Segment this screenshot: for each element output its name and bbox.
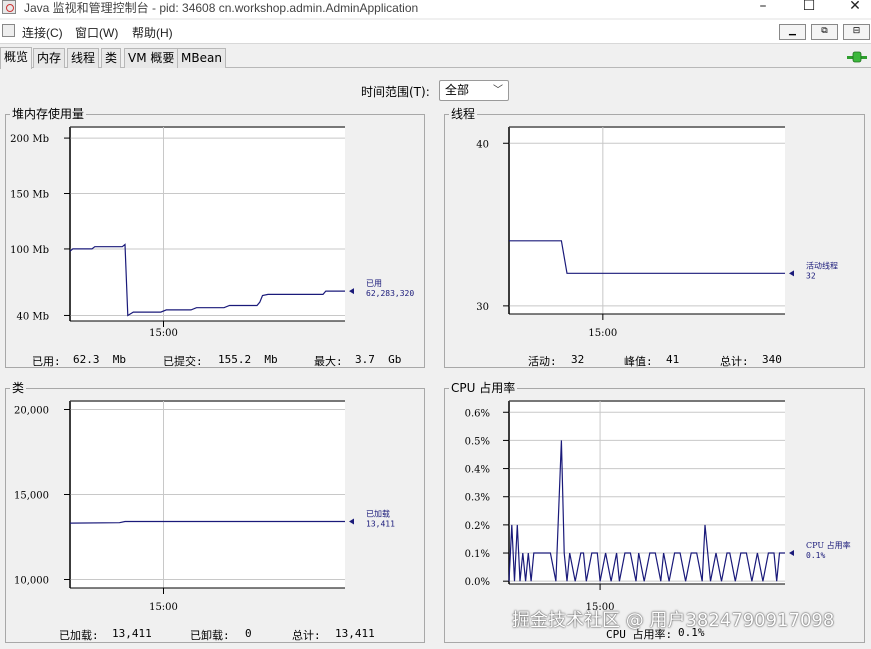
classes-unloaded-value: 0 <box>245 627 252 640</box>
connection-status-icon <box>847 51 867 63</box>
threads-panel-title: 线程 <box>449 106 478 122</box>
classes-panel: 类 <box>5 380 425 643</box>
tab-overview[interactable]: 概览 <box>0 47 33 69</box>
classes-total-value: 13,411 <box>335 627 375 640</box>
threads-live-value: 32 <box>571 353 585 366</box>
threads-total-value: 340 <box>762 353 782 366</box>
time-range-select[interactable]: 全部 ﹀ <box>439 80 509 101</box>
close-button[interactable]: ✕ <box>835 0 871 15</box>
threads-peak-label: 峰值: <box>624 355 653 368</box>
cpu-panel-title: CPU 占用率 <box>449 380 518 396</box>
tab-threads[interactable]: 线程 <box>67 48 100 68</box>
classes-unloaded-label: 已卸载: <box>190 629 230 642</box>
document-icon <box>2 24 15 37</box>
threads-peak-value: 41 <box>666 353 680 366</box>
menu-window[interactable]: 窗口(W) <box>75 24 118 41</box>
classes-loaded-value: 13,411 <box>112 627 152 640</box>
threads-total-label: 总计: <box>720 355 749 368</box>
menu-bar: 连接(C) 窗口(W) 帮助(H) <box>0 20 871 44</box>
window-title: Java 监视和管理控制台 - pid: 34608 cn.workshop.a… <box>24 1 419 15</box>
tab-mbean[interactable]: MBean <box>177 48 226 68</box>
classes-panel-title: 类 <box>10 380 27 396</box>
heap-memory-panel: 堆内存使用量 <box>5 106 425 368</box>
chevron-down-icon: ﹀ <box>493 85 503 96</box>
heap-panel-title: 堆内存使用量 <box>10 106 87 122</box>
java-app-icon <box>2 0 16 14</box>
cpu-usage-panel: CPU 占用率 <box>444 380 865 643</box>
threads-panel: 线程 <box>444 106 865 368</box>
heap-max-label: 最大: <box>314 355 343 368</box>
menu-connection[interactable]: 连接(C) <box>22 24 63 41</box>
title-bar: Java 监视和管理控制台 - pid: 34608 cn.workshop.a… <box>0 0 871 18</box>
maximize-button[interactable]: ☐ <box>789 0 829 15</box>
watermark: 掘金技术社区 @ 用户3824790917098 <box>512 610 835 631</box>
tab-bar: 概览 内存 线程 类 VM 概要 MBean <box>0 46 871 69</box>
tab-vm-summary[interactable]: VM 概要 <box>124 48 179 68</box>
classes-loaded-label: 已加载: <box>59 629 99 642</box>
time-range-value: 全部 <box>445 83 470 97</box>
heap-max-value: 3.7 Gb <box>355 353 402 366</box>
internal-close-button[interactable]: ⊟ <box>843 24 870 40</box>
classes-total-label: 总计: <box>292 629 321 642</box>
time-range-label: 时间范围(T): <box>361 85 430 99</box>
tab-classes[interactable]: 类 <box>101 48 122 68</box>
threads-live-label: 活动: <box>528 355 557 368</box>
heap-used-label: 已用: <box>32 355 61 368</box>
heap-committed-label: 已提交: <box>163 355 203 368</box>
minimize-button[interactable]: – <box>743 0 783 15</box>
heap-used-value: 62.3 Mb <box>73 353 126 366</box>
menu-help[interactable]: 帮助(H) <box>132 24 173 41</box>
heap-committed-value: 155.2 Mb <box>218 353 278 366</box>
internal-minimize-button[interactable]: ▁ <box>779 24 806 40</box>
tab-memory[interactable]: 内存 <box>33 48 66 68</box>
internal-restore-button[interactable]: ⧉ <box>811 24 838 40</box>
